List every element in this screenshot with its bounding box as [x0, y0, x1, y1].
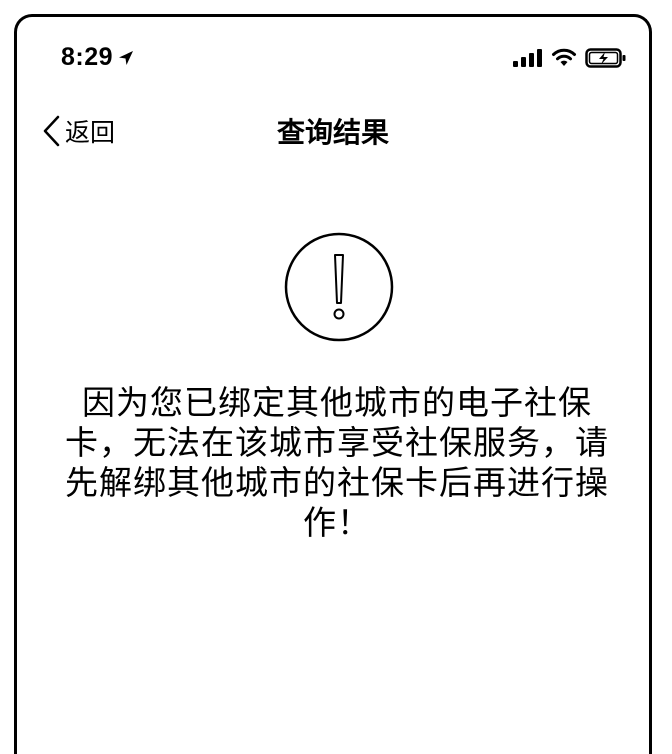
- status-time: 8:29: [61, 43, 114, 71]
- exclamation-circle-icon: [283, 231, 395, 343]
- status-bar: 8:29: [17, 17, 649, 97]
- location-arrow-icon: [117, 49, 135, 67]
- navigation-bar: 返回 查询结果: [17, 107, 649, 157]
- cellular-signal-icon: [513, 49, 543, 67]
- status-time-group: 8:29: [61, 43, 135, 72]
- page-title: 查询结果: [276, 116, 389, 149]
- alert-message: 因为您已绑定其他城市的电子社保卡，无法在该城市享受社保服务，请先解绑其他城市的社…: [65, 383, 609, 542]
- wifi-icon: [551, 48, 577, 68]
- status-indicators: [513, 47, 627, 69]
- battery-charging-icon: [585, 47, 627, 69]
- phone-screen: 8:29 返回 查询结果 因为您已绑定其他城市的电子社保卡，无法在该城市享受社保…: [14, 14, 652, 754]
